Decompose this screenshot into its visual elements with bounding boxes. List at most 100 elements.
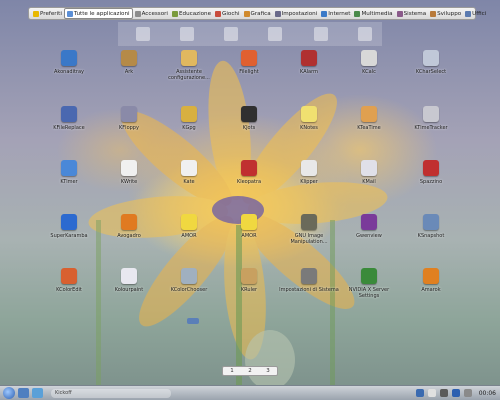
app-launcher[interactable]: Filelight [218,50,280,75]
app-launcher[interactable]: Ark [98,50,160,75]
app-label: KCalc [362,69,376,75]
notifications-icon[interactable] [451,389,460,397]
tab-label: Tutte le applicazioni [73,10,130,17]
page-2[interactable]: 2 [248,368,252,374]
app-label: Kolourpaint [114,287,144,293]
category-icon [321,10,328,17]
tab-multimedia[interactable]: Multimedia [352,8,394,19]
tab-sistema[interactable]: Sistema [395,8,429,19]
app-launcher[interactable]: Avogadro [98,214,160,239]
app-label: KWrite [120,179,138,185]
tea-icon [361,106,377,122]
karamba-icon [61,214,77,230]
app-launcher[interactable]: KFloppy [98,106,160,131]
recent-app-icon[interactable] [314,27,328,41]
floppy-icon [121,106,137,122]
recent-app-icon[interactable] [180,27,194,41]
app-launcher[interactable]: Amarok [400,268,462,293]
wizard-icon [181,50,197,66]
partial-app-icon[interactable] [187,318,199,324]
app-launcher[interactable]: Kate [158,160,220,185]
recent-app-icon[interactable] [136,27,150,41]
app-label: AMOR [241,233,257,239]
app-label: KCharSelect [415,69,447,75]
ruler-icon [241,268,257,284]
app-launcher[interactable]: GNU Image Manipulation... [278,214,340,245]
app-launcher[interactable]: AMOR [158,214,220,239]
app-launcher[interactable]: Assistente configurazione... [158,50,220,81]
network-icon[interactable] [415,389,424,397]
taskbar-search[interactable]: Kickoff [51,388,171,398]
app-launcher[interactable]: Kolourpaint [98,268,160,293]
page-1[interactable]: 1 [230,368,234,374]
app-launcher[interactable]: KColorEdit [38,268,100,293]
app-launcher[interactable]: KTimer [38,160,100,185]
clipboard-icon[interactable] [427,389,436,397]
notebook-icon [241,106,257,122]
app-launcher[interactable]: Impostazioni di Sistema [278,268,340,293]
kde-menu-icon[interactable] [3,387,15,399]
app-launcher[interactable]: KWrite [98,160,160,185]
app-label: KTeaTime [357,125,381,131]
clock[interactable]: 00:06 [479,390,496,397]
filelight-icon [241,50,257,66]
app-label: KTimeTracker [414,125,448,131]
app-launcher[interactable]: Spazzino [400,160,462,185]
app-launcher[interactable]: KNotes [278,106,340,131]
tab-internet[interactable]: Internet [319,8,352,19]
app-launcher[interactable]: KColorChooser [158,268,220,293]
app-launcher[interactable]: KCharSelect [400,50,462,75]
app-launcher[interactable]: SuperKaramba [38,214,100,239]
timer-icon [61,160,77,176]
app-label: SuperKaramba [50,233,88,239]
app-launcher[interactable]: KRuler [218,268,280,293]
app-launcher[interactable]: KTeaTime [338,106,400,131]
app-launcher[interactable]: NVIDIA X Server Settings [338,268,400,299]
devices-icon[interactable] [463,389,472,397]
app-launcher[interactable]: KGpg [158,106,220,131]
app-launcher[interactable]: AMOR [218,214,280,239]
tab-grafica[interactable]: Grafica [242,8,273,19]
app-launcher[interactable]: Kleopatra [218,160,280,185]
category-icon [215,10,222,17]
app-launcher[interactable]: KSnapshot [400,214,462,239]
alarm-icon [301,50,317,66]
tab-preferiti[interactable]: Preferiti [31,8,64,19]
molecule-icon [121,214,137,230]
app-label: KNotes [300,125,318,131]
app-launcher[interactable]: KAlarm [278,50,340,75]
tab-impostazioni[interactable]: Impostazioni [273,8,320,19]
akonadi-icon [61,50,77,66]
tab-tutte-le-applicazioni[interactable]: Tutte le applicazioni [63,8,133,19]
eye-icon [361,214,377,230]
system-tray: 00:06 [415,389,496,397]
app-launcher[interactable]: KCalc [338,50,400,75]
tab-label: Multimedia [361,10,393,17]
recent-app-icon[interactable] [358,27,372,41]
app-launcher[interactable]: KJots [218,106,280,131]
app-launcher[interactable]: KTimeTracker [400,106,462,131]
category-icon [172,10,178,17]
recent-app-icon[interactable] [224,27,238,41]
tab-educazione[interactable]: Educazione [170,8,213,19]
filemanager-icon[interactable] [32,388,43,398]
category-icon [134,10,141,17]
tab-sviluppo[interactable]: Sviluppo [428,8,463,19]
recent-app-icon[interactable] [268,27,282,41]
app-launcher[interactable]: KMail [338,160,400,185]
category-icon [396,10,403,17]
page-3[interactable]: 3 [266,368,270,374]
tab-accessori[interactable]: Accessori [133,8,170,19]
tab-label: Uffici [472,10,487,17]
colorpicker-icon [181,268,197,284]
bottom-panel: Kickoff 00:06 [0,385,500,400]
app-launcher[interactable]: KFileReplace [38,106,100,131]
desktop-icon[interactable] [18,388,29,398]
tab-giochi[interactable]: Giochi [213,8,242,19]
volume-icon[interactable] [439,389,448,397]
app-launcher[interactable]: Akonaditray [38,50,100,75]
app-launcher[interactable]: Gwenview [338,214,400,239]
category-icon [66,10,73,17]
app-launcher[interactable]: Klipper [278,160,340,185]
tab-uffici[interactable]: Uffici [463,8,488,19]
